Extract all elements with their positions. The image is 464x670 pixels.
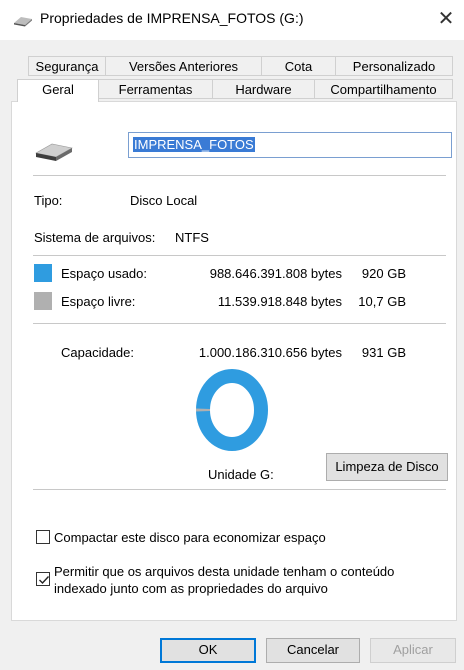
tab-seguranca[interactable]: Segurança (28, 56, 106, 76)
capacity-label: Capacidade: (61, 345, 134, 360)
capacity-gb: 931 GB (361, 345, 406, 360)
tab-compartilhamento[interactable]: Compartilhamento (314, 79, 453, 99)
drive-name-input[interactable]: IMPRENSA_FOTOS (128, 132, 452, 158)
used-space-bytes: 988.646.391.808 bytes (209, 266, 342, 281)
divider (33, 255, 446, 256)
tab-versoes-anteriores[interactable]: Versões Anteriores (105, 56, 262, 76)
close-button[interactable]: ✕ (434, 6, 458, 32)
tab-cota[interactable]: Cota (261, 56, 336, 76)
divider (33, 323, 446, 324)
tab-geral[interactable]: Geral (17, 79, 99, 102)
type-label: Tipo: (34, 193, 63, 208)
cancel-button[interactable]: Cancelar (266, 638, 360, 663)
free-space-gb: 10,7 GB (358, 294, 406, 309)
drive-name-value: IMPRENSA_FOTOS (133, 137, 255, 152)
used-space-swatch (34, 264, 52, 282)
compress-label[interactable]: Compactar este disco para economizar esp… (54, 530, 326, 545)
used-space-label: Espaço usado: (61, 266, 148, 281)
used-space-gb: 920 GB (361, 266, 406, 281)
free-space-swatch (34, 292, 52, 310)
index-label-line1[interactable]: Permitir que os arquivos desta unidade t… (54, 564, 394, 579)
donut-used-ring (196, 369, 268, 451)
disk-cleanup-button[interactable]: Limpeza de Disco (326, 453, 448, 481)
divider (33, 175, 446, 176)
ok-button[interactable]: OK (160, 638, 256, 663)
filesystem-label: Sistema de arquivos: (34, 230, 156, 245)
window-title: Propriedades de IMPRENSA_FOTOS (G:) (40, 10, 304, 26)
hard-drive-icon (34, 140, 74, 162)
drive-icon (12, 15, 34, 27)
index-checkbox[interactable] (36, 572, 50, 586)
filesystem-value: NTFS (175, 230, 209, 245)
check-icon (39, 576, 50, 585)
compress-checkbox[interactable] (36, 530, 50, 544)
index-label-line2[interactable]: indexado junto com as propriedades do ar… (54, 581, 328, 596)
tab-ferramentas[interactable]: Ferramentas (98, 79, 213, 99)
capacity-bytes: 1.000.186.310.656 bytes (198, 345, 342, 360)
free-space-bytes: 11.539.918.848 bytes (217, 294, 342, 309)
tab-hardware[interactable]: Hardware (212, 79, 315, 99)
tab-personalizado[interactable]: Personalizado (335, 56, 453, 76)
usage-donut-chart (194, 366, 270, 454)
free-space-label: Espaço livre: (61, 294, 136, 309)
apply-button[interactable]: Aplicar (370, 638, 456, 663)
divider (33, 489, 446, 490)
unit-label: Unidade G: (208, 467, 274, 482)
type-value: Disco Local (130, 193, 198, 208)
